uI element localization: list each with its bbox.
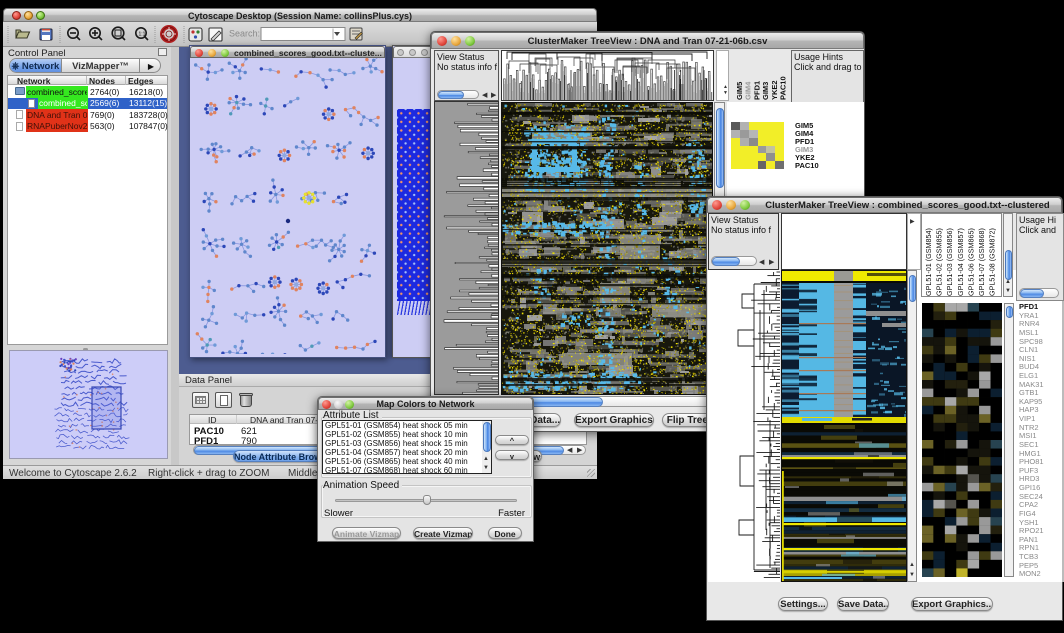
svg-text:GPL51-01 (GSM854): GPL51-01 (GSM854) bbox=[924, 228, 933, 296]
svg-text:YKE2: YKE2 bbox=[770, 80, 779, 100]
svg-text:GPL51-06 (GSM865): GPL51-06 (GSM865) bbox=[966, 228, 975, 296]
svg-text:GPL51-03 (GSM856): GPL51-03 (GSM856) bbox=[945, 228, 954, 296]
svg-text:GPL51-08 (GSM872): GPL51-08 (GSM872) bbox=[988, 228, 997, 296]
svg-text:PAC10: PAC10 bbox=[779, 76, 788, 100]
svg-text:1:1: 1:1 bbox=[139, 32, 146, 38]
svg-text:GIM3: GIM3 bbox=[761, 82, 770, 100]
svg-text:GPL51-02 (GSM855): GPL51-02 (GSM855) bbox=[935, 228, 944, 296]
svg-text:Search:: Search: bbox=[229, 29, 260, 39]
svg-text:PFD1: PFD1 bbox=[752, 81, 761, 100]
svg-text:GIM4: GIM4 bbox=[744, 81, 753, 100]
svg-text:GIM5: GIM5 bbox=[735, 82, 744, 100]
svg-text:GPL51-04 (GSM857): GPL51-04 (GSM857) bbox=[956, 228, 965, 296]
svg-text:GPL51-07 (GSM868): GPL51-07 (GSM868) bbox=[977, 228, 986, 296]
